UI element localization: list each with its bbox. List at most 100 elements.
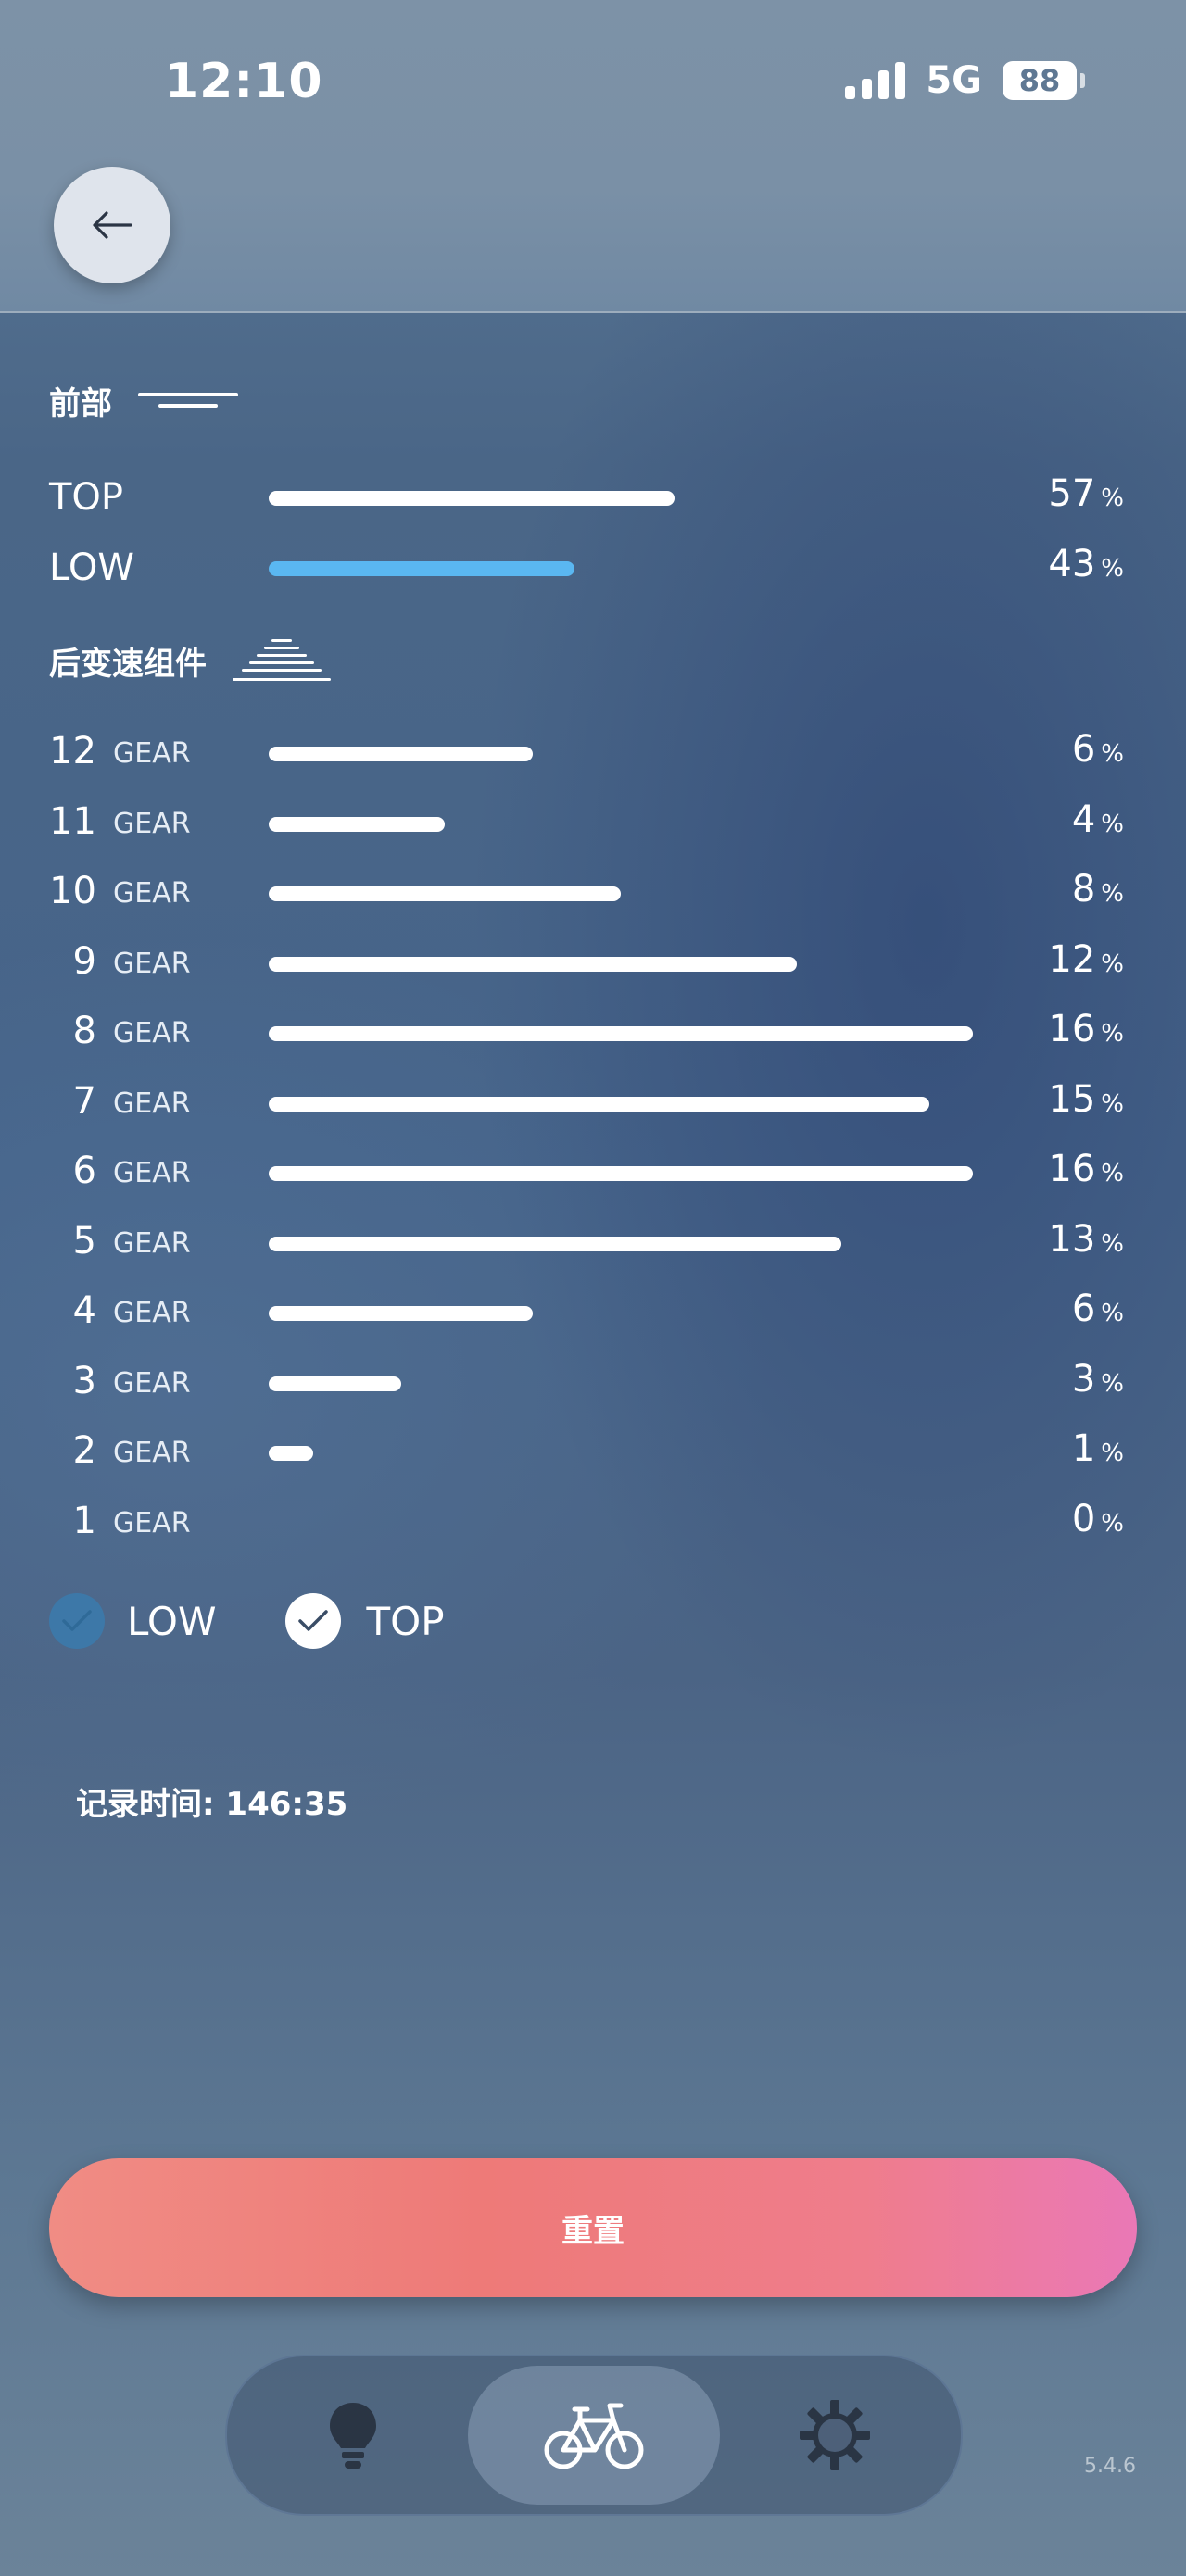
gear-number: 4 [72, 1289, 96, 1332]
gear-word: GEAR [113, 877, 191, 910]
signal-icon [845, 62, 906, 99]
rear-gear-row: 4 GEAR 6% [0, 1286, 1186, 1341]
front-row-top: TOP 57% [0, 471, 1186, 526]
rear-gear-row: 11 GEAR 4% [0, 797, 1186, 852]
back-button[interactable] [54, 167, 170, 283]
status-time: 12:10 [165, 54, 323, 109]
rear-gear-bar [269, 1166, 973, 1181]
gear-number: 9 [72, 939, 96, 983]
front-bar-low [269, 561, 575, 576]
gear-number: 1 [72, 1499, 96, 1542]
rear-gear-bar [269, 1236, 841, 1251]
rear-gear-bar [269, 1376, 401, 1391]
top-checkbox[interactable] [284, 1593, 341, 1649]
rear-gear-bar [269, 956, 797, 972]
nav-lights[interactable] [227, 2366, 479, 2505]
legend: LOW TOP [49, 1593, 445, 1649]
gear-number: 3 [72, 1359, 96, 1402]
bike-icon [544, 2403, 644, 2469]
rear-gear-row: 7 GEAR 15% [0, 1076, 1186, 1132]
app-version: 5.4.6 [1084, 2455, 1136, 2478]
gear-word: GEAR [113, 737, 191, 770]
rear-gear-pct: 6% [1071, 1288, 1124, 1330]
rear-gear-row: 8 GEAR 16% [0, 1006, 1186, 1062]
rear-gear-pct: 6% [1071, 728, 1124, 771]
rear-gear-row: 6 GEAR 16% [0, 1146, 1186, 1201]
front-row-label: TOP [49, 476, 124, 519]
rear-gear-bar [269, 816, 445, 832]
status-icons: 5G 88 [845, 59, 1085, 102]
arrow-left-icon [93, 211, 132, 239]
rear-gear-row: 12 GEAR 6% [0, 726, 1186, 782]
rear-gear-row: 2 GEAR 1% [0, 1426, 1186, 1481]
gear-word: GEAR [113, 1366, 191, 1400]
nav-bike[interactable] [468, 2366, 720, 2505]
gear-word: GEAR [113, 1297, 191, 1329]
chainring-icon [138, 392, 238, 408]
rear-gear-pct: 1% [1071, 1427, 1124, 1470]
check-icon [297, 1610, 328, 1631]
front-section-title: 前部 [49, 378, 238, 423]
cassette-icon [233, 639, 331, 681]
rear-gear-bar [269, 1306, 533, 1321]
gear-icon [800, 2400, 870, 2470]
rear-gear-bar [269, 886, 621, 901]
front-row-low: LOW 43% [0, 541, 1186, 597]
rear-gear-bar [269, 747, 533, 761]
header: 12:10 5G 88 [0, 0, 1186, 313]
front-pct-low: 43% [1048, 543, 1124, 585]
battery-icon: 88 [1003, 61, 1085, 100]
front-pct-top: 57% [1048, 472, 1124, 515]
front-bar-top [269, 491, 675, 506]
top-legend-label: TOP [366, 1598, 445, 1644]
gear-word: GEAR [113, 1506, 191, 1539]
gear-word: GEAR [113, 1226, 191, 1260]
gear-number: 6 [72, 1150, 96, 1192]
rear-gear-row: 9 GEAR 12% [0, 936, 1186, 992]
rear-gear-bar [269, 1026, 973, 1041]
low-legend-label: LOW [127, 1598, 217, 1644]
low-checkbox[interactable] [49, 1593, 105, 1649]
rear-gear-bar [269, 1096, 929, 1112]
bottom-nav [225, 2355, 963, 2516]
front-title-text: 前部 [49, 385, 112, 422]
gear-number: 11 [49, 799, 96, 843]
rear-gear-row: 5 GEAR 13% [0, 1216, 1186, 1272]
rear-gear-row: 1 GEAR 0% [0, 1496, 1186, 1552]
reset-button[interactable]: 重置 [49, 2158, 1137, 2297]
record-time: 记录时间: 146:35 [76, 1786, 348, 1823]
gear-word: GEAR [113, 1017, 191, 1049]
rear-gear-pct: 0% [1071, 1497, 1124, 1540]
rear-gear-row: 10 GEAR 8% [0, 866, 1186, 922]
rear-gear-pct: 16% [1048, 1008, 1124, 1050]
network-type: 5G [926, 59, 982, 102]
page-title [473, 196, 713, 252]
nav-settings[interactable] [709, 2366, 961, 2505]
rear-gear-pct: 4% [1071, 798, 1124, 841]
gear-word: GEAR [113, 947, 191, 980]
bulb-icon [330, 2403, 376, 2469]
rear-gear-row: 3 GEAR 3% [0, 1356, 1186, 1412]
gear-word: GEAR [113, 1437, 191, 1469]
gear-number: 7 [72, 1079, 96, 1123]
rear-section-title: 后变速组件 [49, 637, 331, 684]
gear-word: GEAR [113, 807, 191, 840]
front-row-label: LOW [49, 547, 134, 589]
rear-gear-pct: 12% [1048, 937, 1124, 981]
rear-title-text: 后变速组件 [49, 645, 207, 683]
check-icon [62, 1610, 92, 1631]
rear-gear-pct: 8% [1071, 868, 1124, 911]
gear-number: 8 [72, 1010, 96, 1052]
rear-gear-bar [269, 1446, 313, 1461]
battery-level: 88 [1018, 63, 1061, 98]
gear-number: 5 [72, 1219, 96, 1263]
gear-word: GEAR [113, 1087, 191, 1120]
rear-gear-pct: 15% [1048, 1077, 1124, 1121]
rear-gear-pct: 16% [1048, 1148, 1124, 1190]
gear-word: GEAR [113, 1157, 191, 1189]
rear-gear-pct: 3% [1071, 1357, 1124, 1401]
gear-number: 12 [49, 730, 96, 773]
gear-number: 10 [49, 870, 96, 912]
gear-number: 2 [72, 1429, 96, 1472]
rear-gear-pct: 13% [1048, 1217, 1124, 1261]
